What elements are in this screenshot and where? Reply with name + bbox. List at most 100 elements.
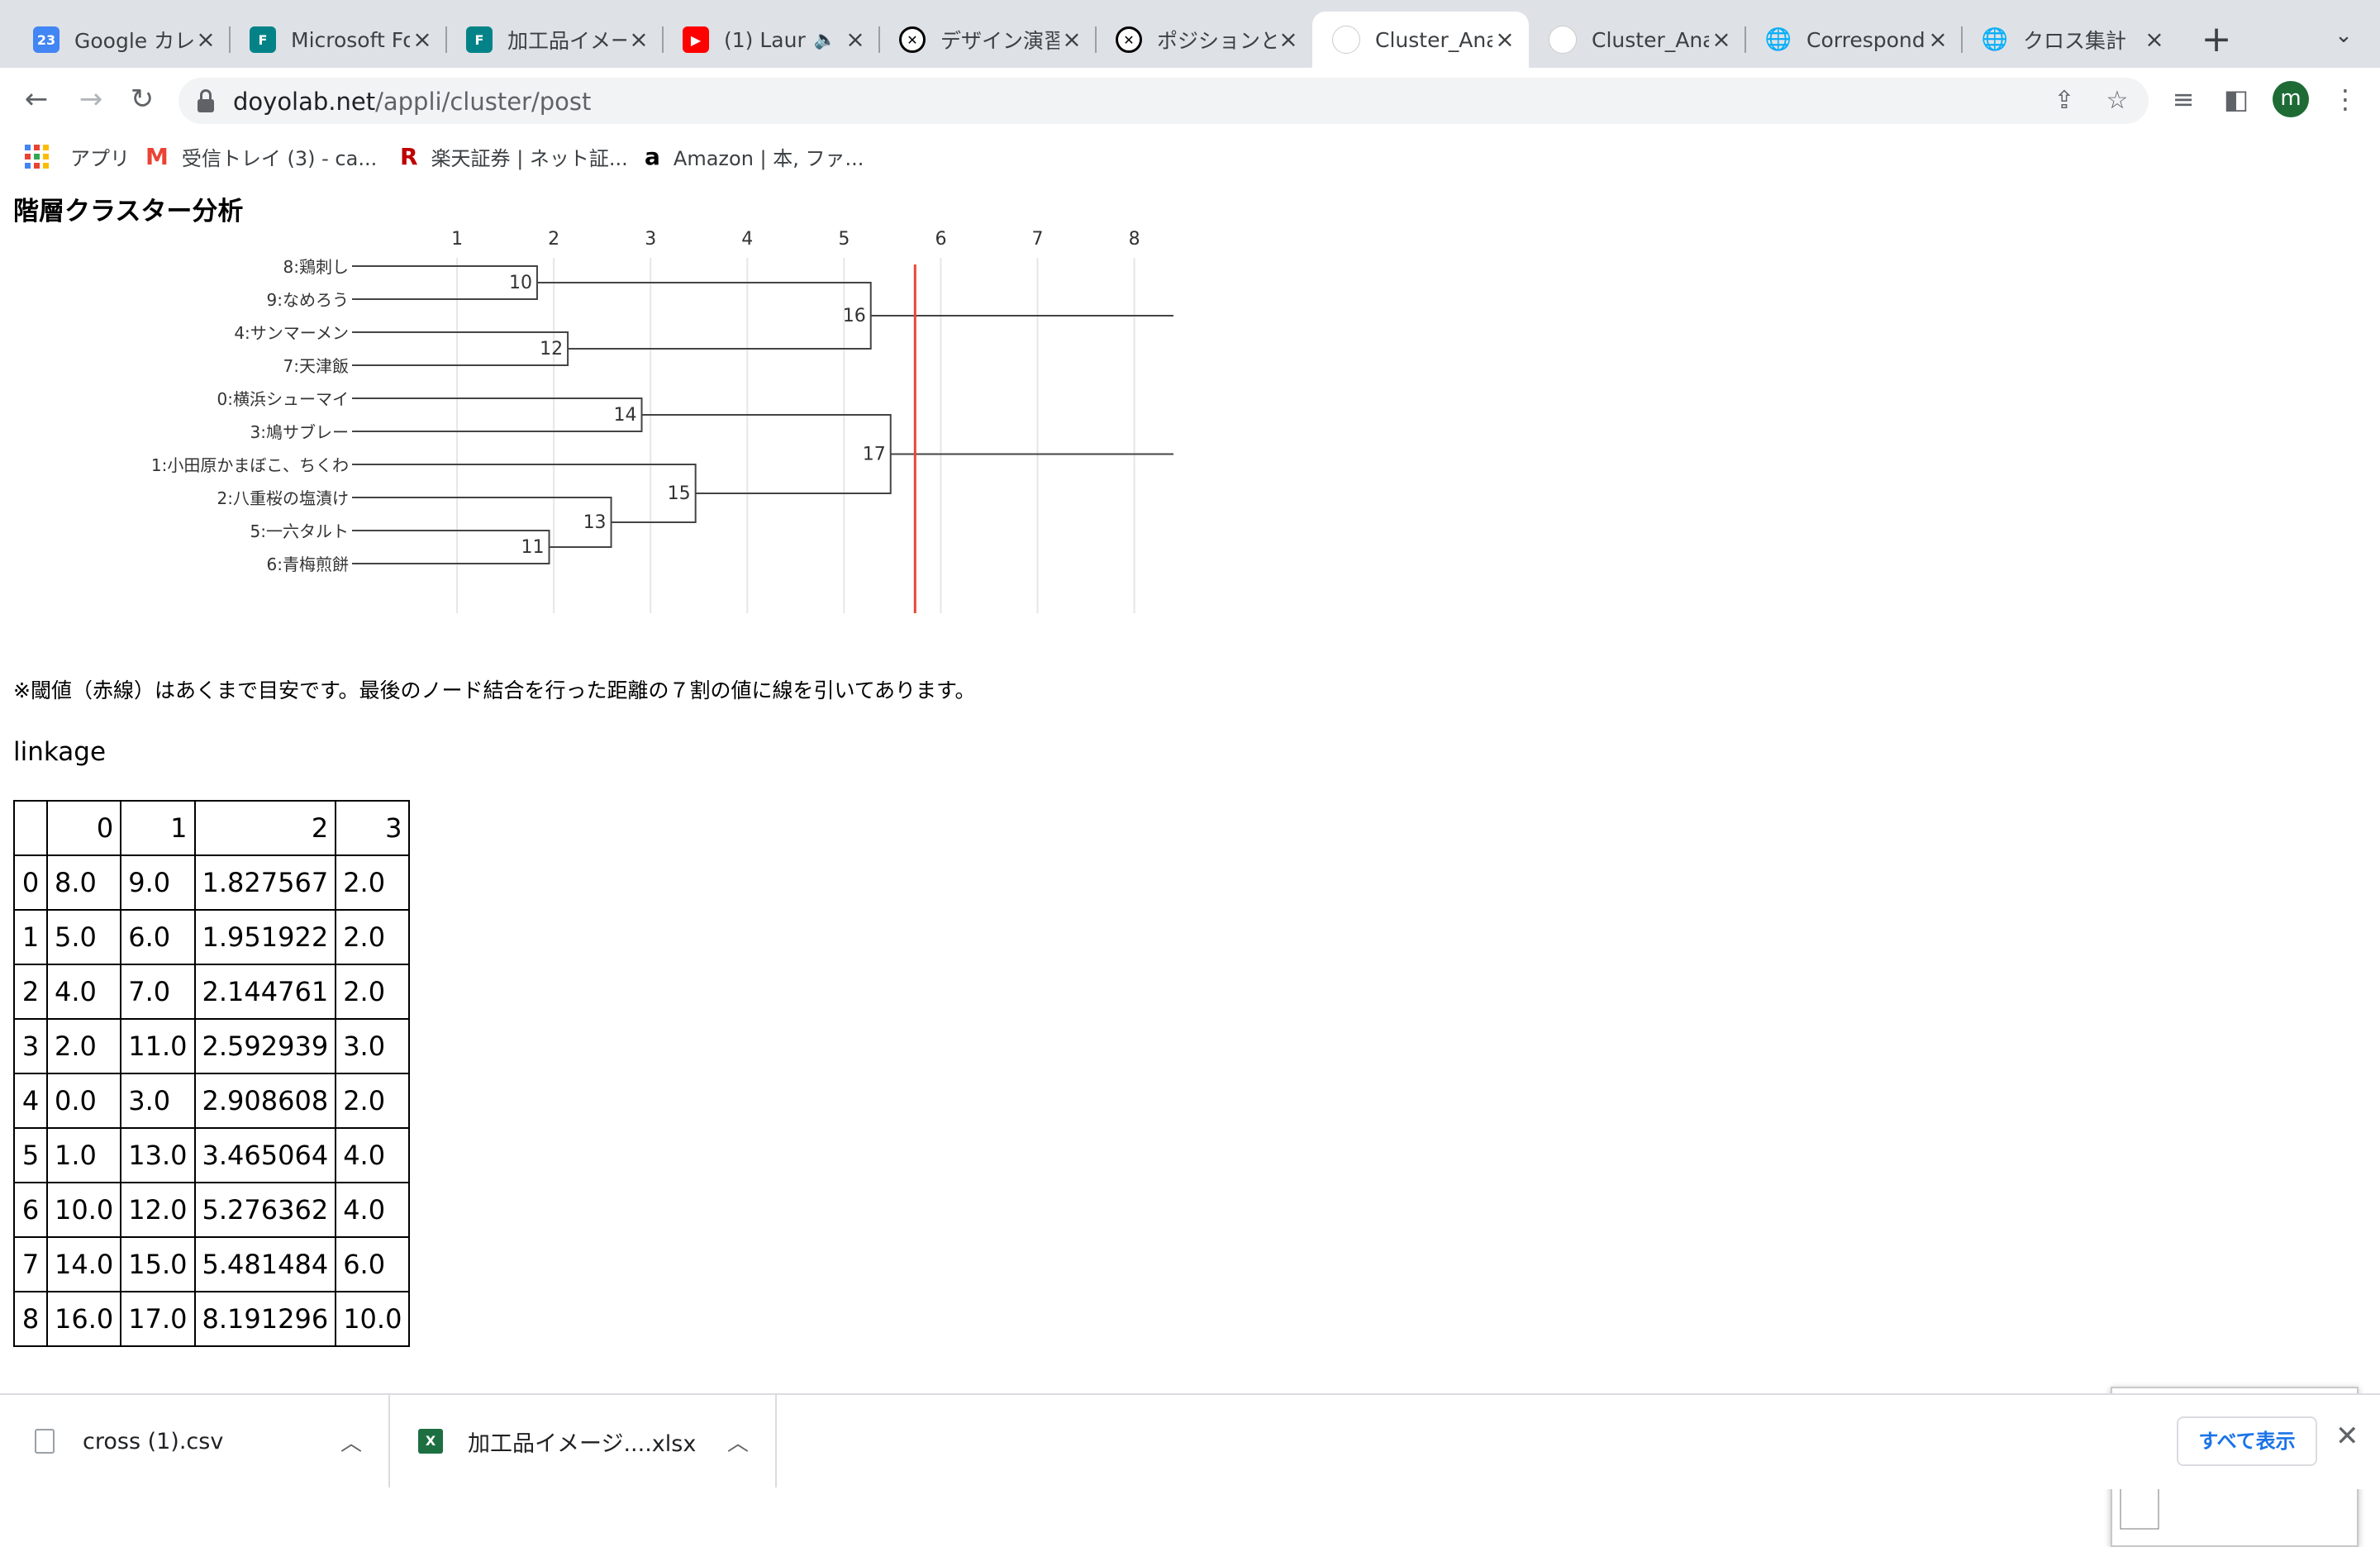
table-row: 0 8.0 9.0 1.827567 2.0 bbox=[13, 854, 411, 911]
close-icon[interactable]: × bbox=[1492, 27, 1517, 52]
gmail-icon: M bbox=[145, 142, 169, 170]
table-cell: 2.0 bbox=[335, 909, 411, 965]
table-cell: 3.465064 bbox=[193, 1127, 337, 1183]
forms-icon: F bbox=[250, 26, 276, 53]
download-bar: cross (1).csv ︿ X 加工品イメージ....xlsx ︿ すべて表… bbox=[0, 1393, 2380, 1489]
column-header: 3 bbox=[335, 800, 411, 856]
tab-search-chevron-icon[interactable]: ⌄ bbox=[2327, 23, 2360, 56]
close-icon[interactable]: × bbox=[626, 27, 651, 52]
node-label: 16 bbox=[843, 306, 866, 326]
dendrogram-link bbox=[360, 397, 643, 432]
x-tick-label: 6 bbox=[935, 229, 946, 250]
x-tick-label: 7 bbox=[1032, 229, 1044, 250]
back-arrow-icon[interactable]: ← bbox=[17, 79, 56, 119]
table-cell: 5.0 bbox=[45, 909, 122, 965]
download-item[interactable]: X 加工品イメージ....xlsx ︿ bbox=[390, 1395, 777, 1488]
table-row: 6 10.0 12.0 5.276362 4.0 bbox=[13, 1182, 411, 1238]
leaf-label: 3:鳩サブレー bbox=[250, 422, 349, 442]
bookmark-label: アプリ bbox=[70, 146, 130, 170]
browser-tab[interactable]: 23 Google カレ × bbox=[13, 12, 230, 68]
table-cell: 4.0 bbox=[335, 1182, 411, 1238]
dendrogram-link bbox=[360, 464, 697, 523]
table-cell: 1.827567 bbox=[193, 854, 337, 911]
chevron-up-icon[interactable]: ︿ bbox=[340, 1426, 362, 1457]
bookmarks-bar: アプリ M 受信トレイ (3) - ca... R 楽天証券 | ネット証...… bbox=[0, 131, 2380, 183]
lock-icon[interactable] bbox=[197, 89, 215, 112]
menu-kebab-icon[interactable]: ⋮ bbox=[2329, 83, 2362, 116]
profile-avatar[interactable]: m bbox=[2273, 81, 2309, 117]
browser-tab[interactable]: 🌐 Correspond × bbox=[1745, 12, 1962, 68]
browser-tab[interactable]: F 加工品イメー × bbox=[446, 12, 663, 68]
table-cell: 10.0 bbox=[45, 1182, 122, 1238]
tab-title: デザイン演習 bbox=[940, 29, 1059, 53]
close-icon[interactable]: × bbox=[1276, 27, 1301, 52]
tab-title: Microsoft Fo bbox=[291, 27, 410, 52]
leaf-label: 9:なめろう bbox=[267, 290, 349, 310]
browser-tab[interactable]: Cluster_Ana × bbox=[1529, 12, 1745, 68]
browser-tab[interactable]: F Microsoft Fo × bbox=[230, 12, 446, 68]
speaker-icon[interactable]: 🔈 bbox=[814, 30, 836, 50]
table-cell: 3.0 bbox=[120, 1073, 196, 1129]
row-index: 6 bbox=[13, 1182, 48, 1238]
table-row: 5 1.0 13.0 3.465064 4.0 bbox=[13, 1127, 411, 1183]
bookmark-amazon[interactable]: a Amazon | 本, ファ... bbox=[645, 140, 864, 172]
close-icon[interactable]: × bbox=[410, 27, 435, 52]
show-all-downloads-button[interactable]: すべて表示 bbox=[2177, 1416, 2317, 1466]
leaf-label: 0:横浜シューマイ bbox=[217, 389, 349, 409]
browser-tab[interactable]: 🌐 クロス集計 × bbox=[1962, 12, 2178, 68]
x-tick-label: 1 bbox=[451, 229, 463, 250]
close-icon[interactable]: ✕ bbox=[2335, 1420, 2359, 1453]
table-cell: 16.0 bbox=[45, 1291, 122, 1347]
media-queue-icon[interactable]: ≡ bbox=[2167, 83, 2200, 116]
download-item[interactable]: cross (1).csv ︿ bbox=[0, 1395, 390, 1488]
side-panel-icon[interactable]: ◧ bbox=[2220, 83, 2253, 116]
browser-tab[interactable]: Cluster_Ana × bbox=[1312, 12, 1529, 68]
browser-tab[interactable]: ▶ (1) Laur 🔈 × bbox=[663, 12, 879, 68]
close-icon[interactable]: × bbox=[1709, 27, 1734, 52]
browser-tab[interactable]: ✕ デザイン演習 × bbox=[879, 12, 1096, 68]
close-icon[interactable]: × bbox=[843, 27, 868, 52]
x-tick-label: 5 bbox=[838, 229, 850, 250]
table-cell: 1.0 bbox=[45, 1127, 122, 1183]
table-cell: 0.0 bbox=[45, 1073, 122, 1129]
browser-tab[interactable]: ✕ ポジションと × bbox=[1096, 12, 1312, 68]
download-filename: 加工品イメージ....xlsx bbox=[468, 1430, 697, 1457]
table-cell: 6.0 bbox=[335, 1236, 411, 1292]
close-icon[interactable]: × bbox=[193, 27, 218, 52]
close-icon[interactable]: × bbox=[1925, 27, 1950, 52]
tab-title: Google カレ bbox=[74, 29, 193, 53]
bookmark-apps[interactable]: アプリ bbox=[25, 140, 130, 172]
x-tick-label: 3 bbox=[645, 229, 656, 250]
table-cell: 13.0 bbox=[120, 1127, 196, 1183]
row-index: 2 bbox=[13, 964, 48, 1020]
forward-arrow-icon[interactable]: → bbox=[71, 79, 111, 119]
youtube-icon: ▶ bbox=[683, 26, 709, 53]
table-row: 2 4.0 7.0 2.144761 2.0 bbox=[13, 964, 411, 1020]
close-icon[interactable]: × bbox=[2142, 27, 2167, 52]
tab-title: Cluster_Ana bbox=[1592, 27, 1709, 52]
table-cell: 2.908608 bbox=[193, 1073, 337, 1129]
bookmark-rakuten[interactable]: R 楽天証券 | ネット証... bbox=[400, 140, 628, 172]
bookmark-gmail[interactable]: M 受信トレイ (3) - ca... bbox=[145, 140, 377, 172]
tab-title: Correspond bbox=[1806, 27, 1925, 52]
share-icon[interactable]: ⇪ bbox=[2048, 84, 2081, 117]
bookmark-star-icon[interactable]: ☆ bbox=[2101, 84, 2134, 117]
close-icon[interactable]: × bbox=[1059, 27, 1084, 52]
table-cell: 6.0 bbox=[120, 909, 196, 965]
apps-grid-icon bbox=[25, 144, 49, 169]
table-cell: 8.191296 bbox=[193, 1291, 337, 1347]
leaf-label: 2:八重桜の塩漬け bbox=[217, 488, 349, 508]
table-cell: 7.0 bbox=[120, 964, 196, 1020]
url-text[interactable]: doyolab.net/appli/cluster/post bbox=[233, 88, 591, 116]
table-cell: 12.0 bbox=[120, 1182, 196, 1238]
browser-toolbar: ← → ↻ doyolab.net/appli/cluster/post ⇪ ☆… bbox=[0, 68, 2380, 131]
table-row: 3 2.0 11.0 2.592939 3.0 bbox=[13, 1018, 411, 1074]
reload-icon[interactable]: ↻ bbox=[122, 79, 162, 119]
address-bar[interactable]: doyolab.net/appli/cluster/post ⇪ ☆ bbox=[178, 78, 2149, 124]
file-icon bbox=[35, 1429, 55, 1454]
new-tab-button[interactable]: + bbox=[2195, 20, 2238, 63]
table-cell: 17.0 bbox=[120, 1291, 196, 1347]
x-logo-icon: ✕ bbox=[1116, 26, 1142, 53]
row-index: 8 bbox=[13, 1291, 48, 1347]
chevron-up-icon[interactable]: ︿ bbox=[727, 1426, 749, 1457]
